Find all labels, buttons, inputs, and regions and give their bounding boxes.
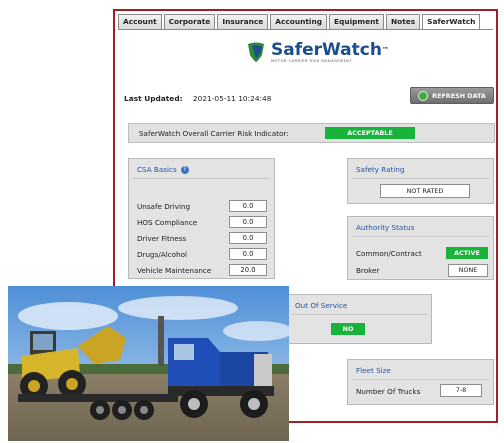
fleet-trucks-label: Number Of Trucks — [356, 387, 421, 396]
tab-corporate[interactable]: Corporate — [163, 14, 216, 30]
csa-row-name: Drugs/Alcohol — [137, 250, 187, 259]
csa-row-value: 20.0 — [229, 264, 267, 276]
csa-row-name: Unsafe Driving — [137, 202, 191, 211]
tab-equipment[interactable]: Equipment — [329, 14, 384, 30]
logo-wordmark: SaferWatch™ — [271, 41, 389, 59]
csa-row-hos-compliance: HOS Compliance 0.0 — [137, 216, 267, 228]
csa-basics-title: CSA Basics? — [137, 165, 189, 174]
csa-row-vehicle-maintenance: Vehicle Maintenance 20.0 — [137, 264, 267, 276]
authority-broker-value: NONE — [448, 264, 488, 277]
truck-photo-illustration — [8, 286, 289, 441]
fleet-trucks-value: 7-8 — [440, 384, 482, 397]
truck-photo — [8, 286, 289, 441]
risk-status-badge: ACCEPTABLE — [325, 127, 415, 139]
panel-divider — [291, 314, 427, 315]
fleet-size-panel: Fleet Size Number Of Trucks 7-8 — [347, 359, 494, 405]
panel-divider — [352, 236, 489, 237]
csa-row-value: 0.0 — [229, 216, 267, 228]
authority-common-badge: ACTIVE — [446, 247, 488, 259]
csa-row-value: 0.0 — [229, 200, 267, 212]
safety-rating-title: Safety Rating — [356, 165, 405, 174]
csa-row-name: HOS Compliance — [137, 218, 198, 227]
panel-divider — [352, 379, 489, 380]
panel-divider — [133, 178, 270, 179]
last-updated: Last Updated: 2021-05-11 10:24:48 — [124, 94, 271, 103]
out-of-service-badge: NO — [331, 323, 365, 335]
tab-bar: Account Corporate Insurance Accounting E… — [118, 14, 493, 30]
logo-name: SaferWatch — [271, 40, 382, 60]
refresh-icon — [418, 90, 429, 101]
refresh-data-button[interactable]: REFRESH DATA — [410, 87, 494, 104]
tab-divider — [118, 29, 493, 30]
fleet-size-title: Fleet Size — [356, 366, 391, 375]
csa-row-name: Driver Fitness — [137, 234, 187, 243]
panel-divider — [352, 178, 489, 179]
last-updated-label: Last Updated: — [124, 94, 183, 103]
authority-common-label: Common/Contract — [356, 249, 422, 258]
safety-rating-panel: Safety Rating NOT RATED — [347, 158, 494, 204]
authority-broker-label: Broker — [356, 266, 380, 275]
logo-trademark: ™ — [381, 46, 389, 54]
csa-row-value: 0.0 — [229, 248, 267, 260]
tab-account[interactable]: Account — [118, 14, 162, 30]
csa-row-unsafe-driving: Unsafe Driving 0.0 — [137, 200, 267, 212]
shield-logo-icon — [248, 42, 264, 62]
csa-row-driver-fitness: Driver Fitness 0.0 — [137, 232, 267, 244]
saferwatch-logo: SaferWatch™ MOTOR CARRIER RISK MANAGEMEN… — [245, 41, 389, 63]
csa-row-name: Vehicle Maintenance — [137, 266, 212, 275]
out-of-service-title: Out Of Service — [295, 301, 348, 310]
tab-insurance[interactable]: Insurance — [217, 14, 269, 30]
risk-indicator-bar: SaferWatch Overall Carrier Risk Indicato… — [128, 123, 495, 143]
csa-basics-panel: CSA Basics? Unsafe Driving 0.0 HOS Compl… — [128, 158, 275, 279]
tab-notes[interactable]: Notes — [385, 14, 421, 30]
last-updated-value: 2021-05-11 10:24:48 — [192, 94, 272, 103]
authority-row-broker: Broker NONE — [356, 264, 489, 277]
csa-row-value: 0.0 — [229, 232, 267, 244]
authority-row-common: Common/Contract ACTIVE — [356, 247, 489, 259]
tab-accounting[interactable]: Accounting — [270, 14, 327, 30]
csa-basics-title-text: CSA Basics — [137, 165, 177, 174]
authority-status-panel: Authority Status Common/Contract ACTIVE … — [347, 216, 494, 280]
tab-saferwatch[interactable]: SaferWatch — [422, 14, 481, 30]
authority-status-title: Authority Status — [356, 223, 415, 232]
csa-row-drugs-alcohol: Drugs/Alcohol 0.0 — [137, 248, 267, 260]
info-icon[interactable]: ? — [180, 166, 189, 174]
risk-indicator-label: SaferWatch Overall Carrier Risk Indicato… — [139, 129, 289, 138]
out-of-service-panel: Out Of Service NO — [286, 294, 432, 344]
safety-rating-value: NOT RATED — [380, 184, 470, 198]
refresh-data-label: REFRESH DATA — [432, 91, 486, 100]
